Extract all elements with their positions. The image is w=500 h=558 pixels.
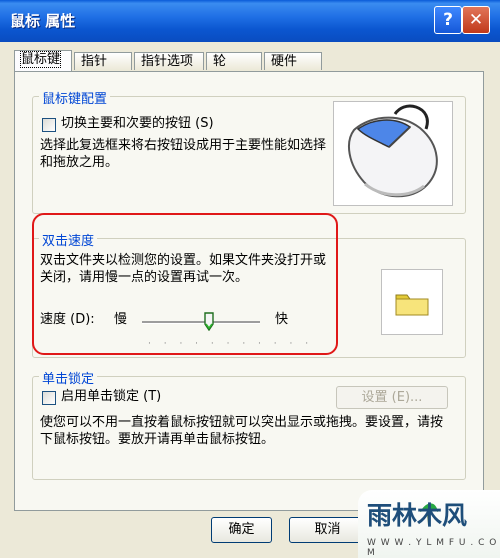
- click-lock-title: 单击锁定: [39, 368, 98, 387]
- help-button[interactable]: ?: [434, 6, 462, 34]
- window-title: 鼠标 属性: [10, 12, 76, 30]
- test-folder-box[interactable]: [381, 269, 443, 335]
- click-lock-description: 使您可以不用一直按着鼠标按钮就可以突出显示或拖拽。要设置，请按下鼠标按钮。要放开…: [40, 415, 444, 447]
- mouse-image: [333, 101, 453, 206]
- title-bar[interactable]: 鼠标 属性 ? ✕: [0, 0, 500, 42]
- tab-mouse-buttons[interactable]: 鼠标键: [14, 50, 72, 72]
- button-config-description: 选择此复选框来将右按钮设成用于主要性能如选择和拖放之用。: [40, 138, 327, 170]
- watermark-url: W W W . Y L M F U . C O M: [367, 538, 498, 558]
- folder-icon[interactable]: [382, 270, 442, 334]
- switch-buttons-checkbox[interactable]: [42, 118, 56, 132]
- mouse-properties-window: 鼠标 属性 ? ✕ 鼠标键 指针 指针选项 轮 硬件 鼠标键配置 切换主要和次要…: [0, 0, 500, 558]
- click-lock-label[interactable]: 启用单击锁定 (T): [61, 388, 161, 405]
- button-config-title: 鼠标键配置: [39, 88, 111, 107]
- cancel-button[interactable]: 取消: [289, 517, 366, 543]
- double-click-speed-highlight: [32, 213, 338, 355]
- watermark-name: 雨林木风: [367, 501, 468, 530]
- tab-wheel[interactable]: 轮: [206, 52, 262, 70]
- ok-button[interactable]: 确定: [211, 517, 272, 543]
- switch-buttons-label[interactable]: 切换主要和次要的按钮 (S): [61, 115, 214, 132]
- click-lock-settings-button[interactable]: 设置 (E)...: [336, 386, 448, 409]
- tab-pointer-options[interactable]: 指针选项: [134, 52, 204, 70]
- close-button[interactable]: ✕: [462, 6, 490, 34]
- tab-hardware[interactable]: 硬件: [264, 52, 322, 70]
- mouse-icon: [347, 104, 438, 198]
- click-lock-checkbox[interactable]: [42, 391, 56, 405]
- watermark: 雨林木风 W W W . Y L M F U . C O M: [358, 490, 500, 558]
- tab-pointers[interactable]: 指针: [74, 52, 132, 70]
